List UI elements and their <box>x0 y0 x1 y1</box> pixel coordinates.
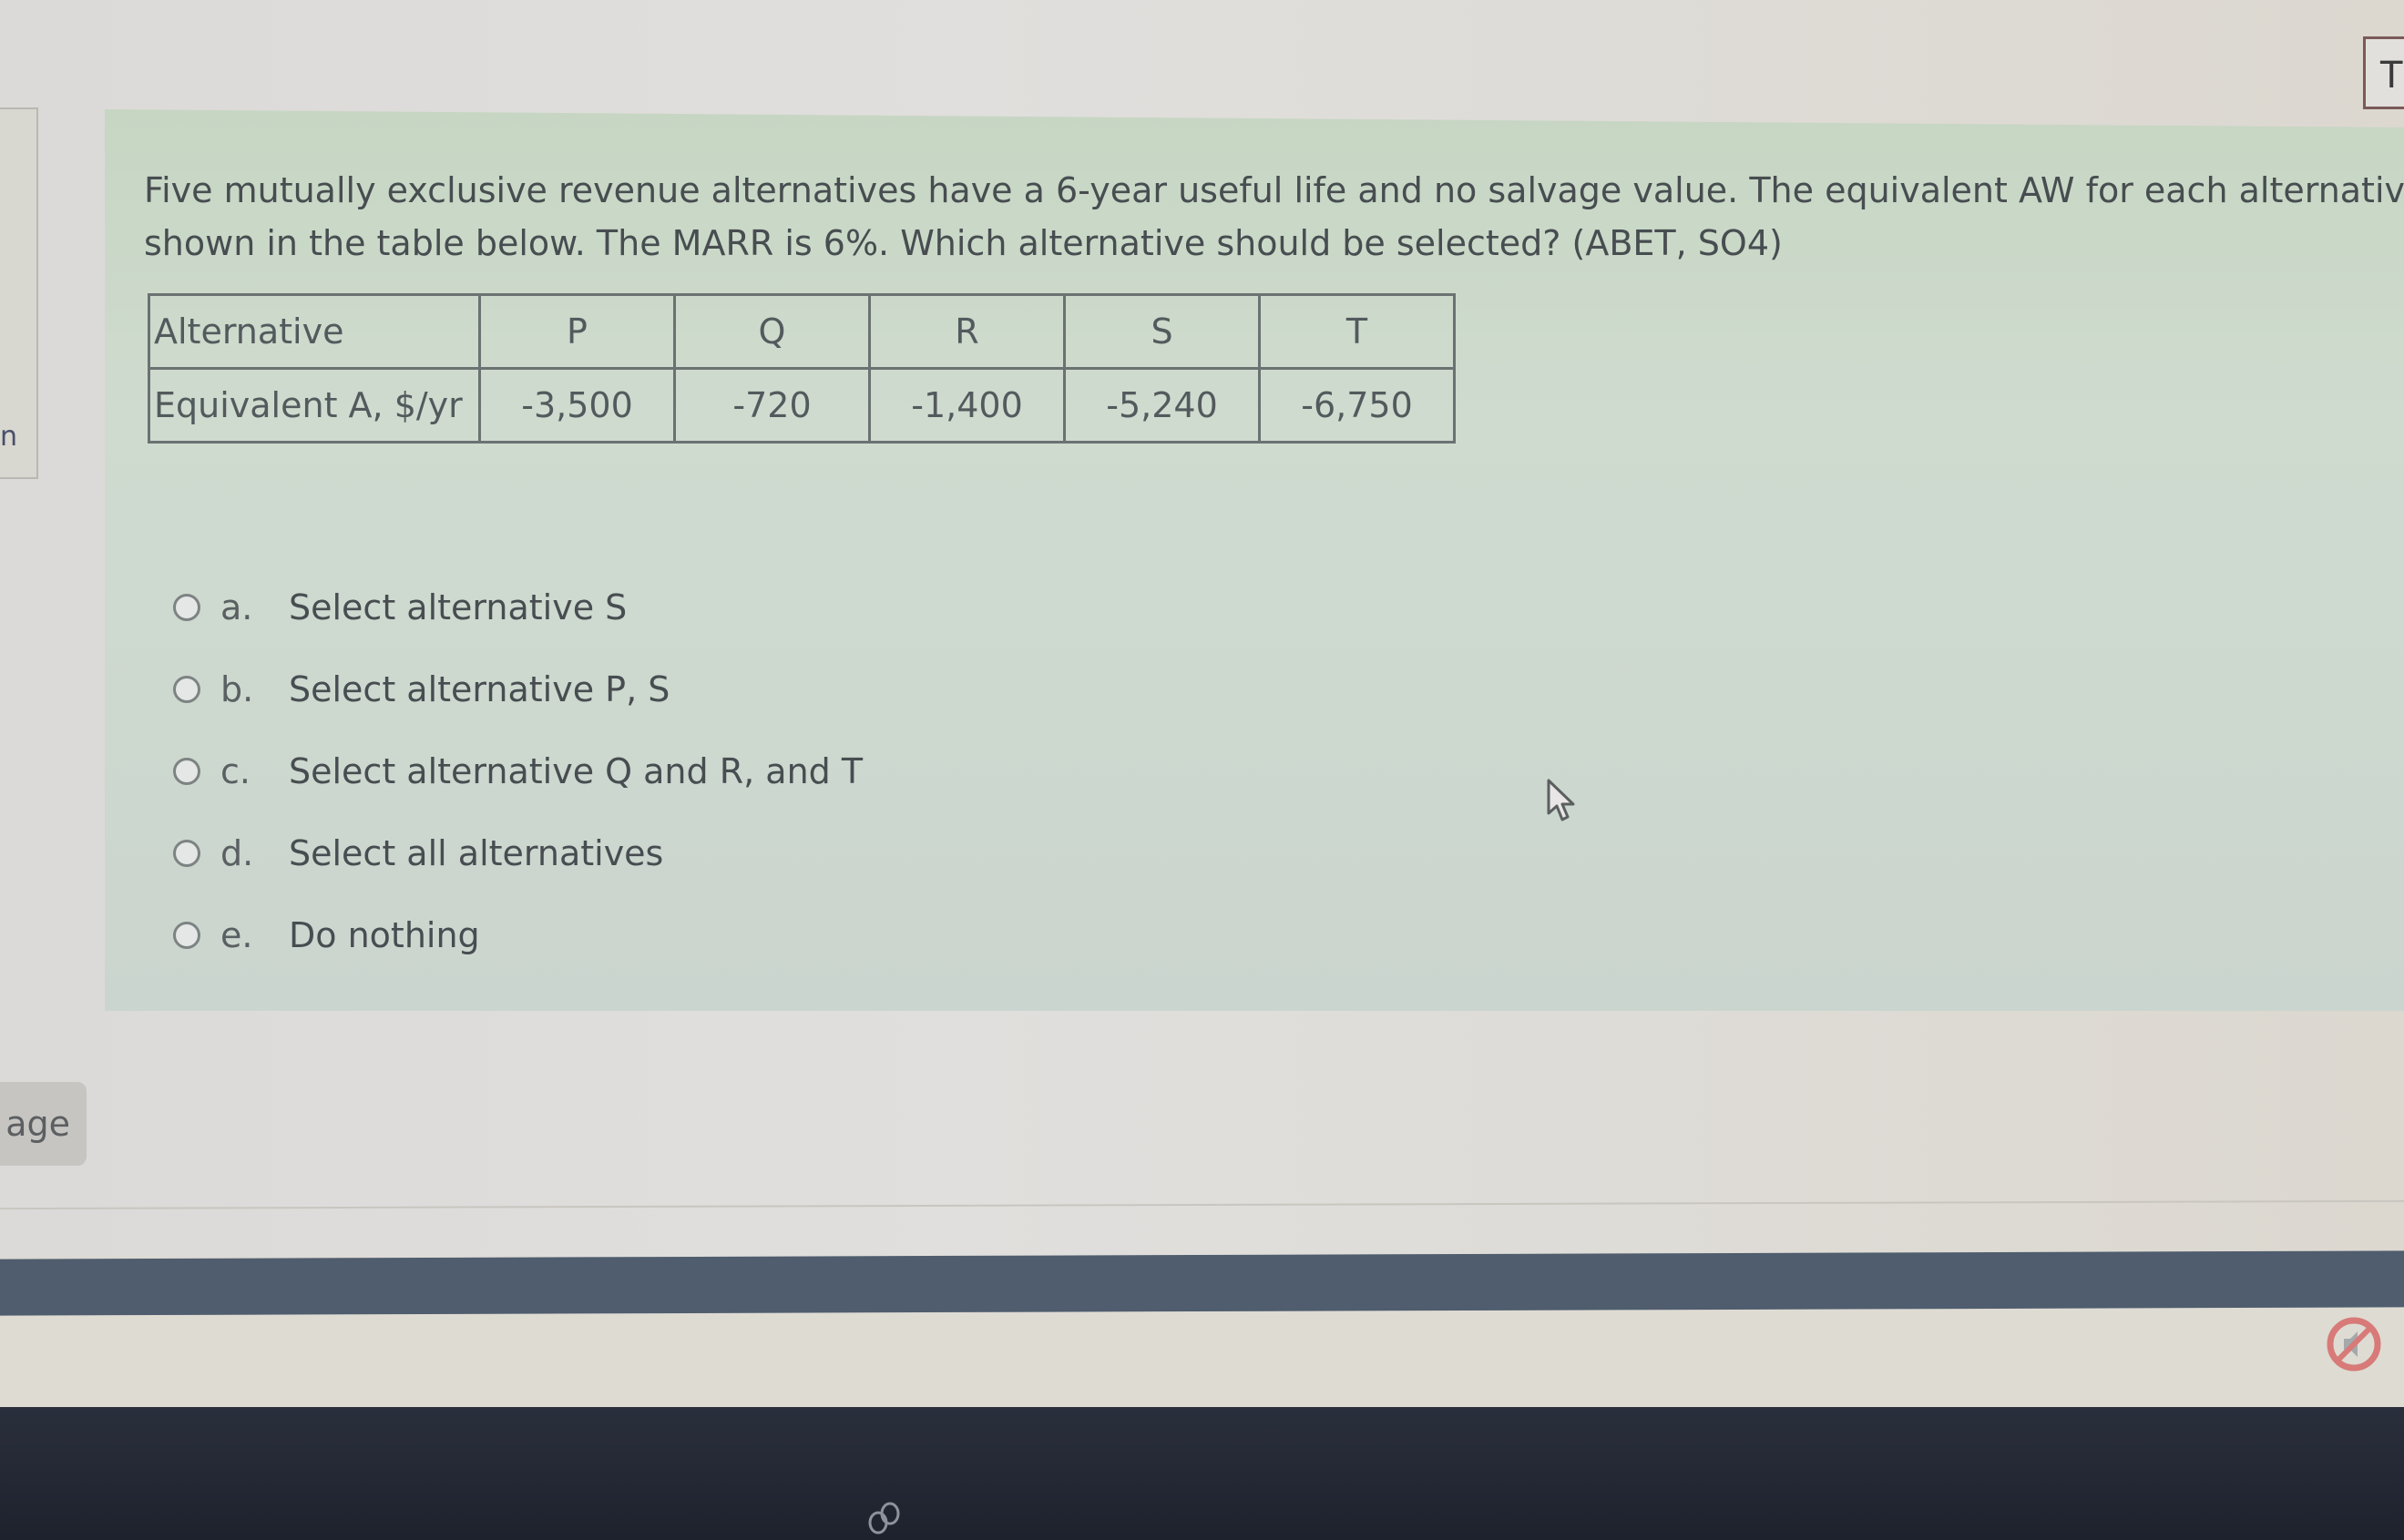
table-header-cell: S <box>1063 293 1261 370</box>
table-cell: -6,750 <box>1258 367 1456 444</box>
answer-option-b[interactable]: b. Select alternative P, S <box>173 648 863 730</box>
option-text: Do nothing <box>289 915 480 955</box>
page-button[interactable]: age <box>0 1082 87 1166</box>
option-text: Select all alternatives <box>289 833 664 873</box>
option-letter: e. <box>220 915 253 955</box>
table-cell: -5,240 <box>1063 367 1261 444</box>
option-letter: b. <box>220 669 254 709</box>
question-line-2: shown in the table below. The MARR is 6%… <box>144 223 1783 263</box>
option-text: Select alternative S <box>289 587 628 627</box>
left-navigation-partial-text: n <box>0 421 18 453</box>
question-line-1: Five mutually exclusive revenue alternat… <box>144 170 2404 210</box>
speaker-muted-icon[interactable] <box>2326 1316 2382 1372</box>
mouse-pointer-icon <box>1547 779 1575 821</box>
top-right-box[interactable]: T <box>2363 36 2404 109</box>
answer-option-c[interactable]: c. Select alternative Q and R, and T <box>173 730 863 812</box>
option-letter: c. <box>220 751 251 791</box>
answer-option-e[interactable]: e. Do nothing <box>173 894 863 976</box>
radio-button-a[interactable] <box>173 594 200 621</box>
option-letter: a. <box>220 587 253 627</box>
radio-button-c[interactable] <box>173 758 200 785</box>
table-header-cell: P <box>478 293 676 370</box>
table-row: Equivalent A, $/yr -3,500 -720 -1,400 -5… <box>148 367 1456 444</box>
table-header-cell: R <box>868 293 1066 370</box>
table-header-label: Alternative <box>148 293 481 370</box>
table-row-label: Equivalent A, $/yr <box>148 367 481 444</box>
option-letter: d. <box>220 833 254 873</box>
monitor-bezel <box>0 1407 2404 1540</box>
table-cell: -3,500 <box>478 367 676 444</box>
alternatives-table: Alternative P Q R S T Equivalent A, $/yr… <box>148 293 1456 444</box>
radio-button-b[interactable] <box>173 676 200 703</box>
table-header-row: Alternative P Q R S T <box>148 293 1456 370</box>
answer-option-d[interactable]: d. Select all alternatives <box>173 812 863 894</box>
table-cell: -720 <box>673 367 871 444</box>
table-header-cell: Q <box>673 293 871 370</box>
infinity-logo-icon <box>868 1502 900 1535</box>
table-cell: -1,400 <box>868 367 1066 444</box>
question-text: Five mutually exclusive revenue alternat… <box>144 164 2404 270</box>
table-header-cell: T <box>1258 293 1456 370</box>
radio-button-e[interactable] <box>173 922 200 949</box>
radio-button-d[interactable] <box>173 840 200 867</box>
status-strip <box>0 1307 2404 1418</box>
answer-options: a. Select alternative S b. Select altern… <box>173 566 863 976</box>
option-text: Select alternative Q and R, and T <box>289 751 864 791</box>
option-text: Select alternative P, S <box>289 669 670 709</box>
answer-option-a[interactable]: a. Select alternative S <box>173 566 863 648</box>
